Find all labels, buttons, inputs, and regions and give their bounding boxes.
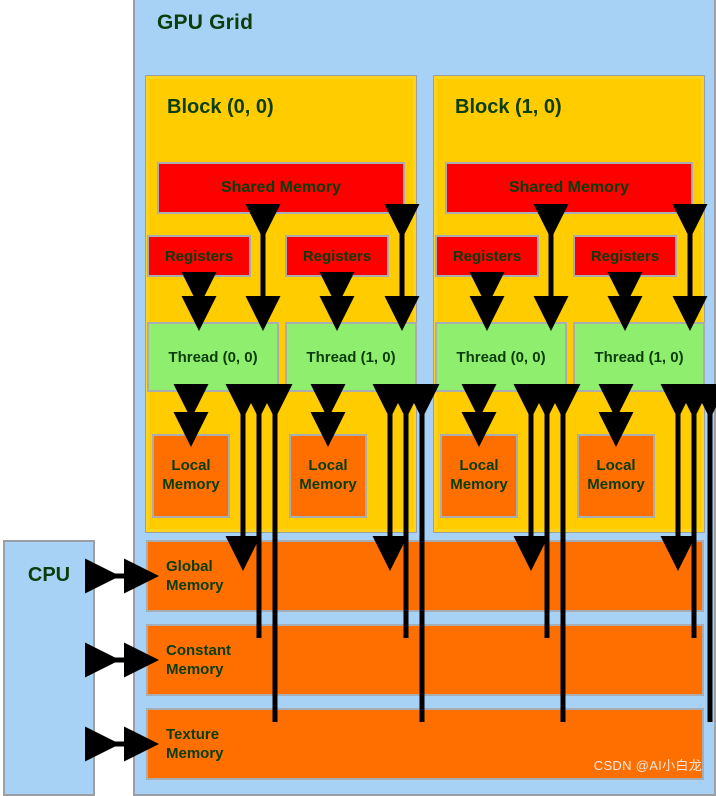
block-1-0-thread-1-local-memory: Local Memory bbox=[577, 434, 655, 518]
constant-memory: Constant Memory bbox=[146, 624, 704, 696]
global-memory-line-2: Memory bbox=[166, 577, 224, 594]
local-memory-line-2: Memory bbox=[299, 476, 357, 493]
block-1-0-thread-1-registers: Registers bbox=[573, 235, 677, 277]
local-memory-line-1: Local bbox=[308, 457, 348, 475]
block-1-0-label: Block (1, 0) bbox=[455, 96, 562, 118]
block-0-0-thread-0-0: Thread (0, 0) bbox=[147, 322, 279, 392]
texture-memory-line-2: Memory bbox=[166, 745, 224, 762]
block-1-0-thread-0-registers: Registers bbox=[435, 235, 539, 277]
global-memory-line-1: Global bbox=[166, 557, 213, 575]
constant-memory-line-2: Memory bbox=[166, 661, 224, 678]
block-0-0-thread-1-local-memory: Local Memory bbox=[289, 434, 367, 518]
local-memory-line-2: Memory bbox=[587, 476, 645, 493]
local-memory-line-1: Local bbox=[596, 457, 636, 475]
local-memory-line-1: Local bbox=[459, 457, 499, 475]
block-0-0-thread-1-registers: Registers bbox=[285, 235, 389, 277]
local-memory-line-2: Memory bbox=[450, 476, 508, 493]
global-memory: Global Memory bbox=[146, 540, 704, 612]
block-1-0-thread-0-local-memory: Local Memory bbox=[440, 434, 518, 518]
block-0-0-thread-1-0: Thread (1, 0) bbox=[285, 322, 417, 392]
cuda-memory-hierarchy-diagram: GPU Grid Block (0, 0) Shared Memory Regi… bbox=[0, 0, 716, 796]
block-1-0-thread-0-0: Thread (0, 0) bbox=[435, 322, 567, 392]
cpu-label: CPU bbox=[27, 564, 71, 586]
block-1-0-thread-1-0: Thread (1, 0) bbox=[573, 322, 705, 392]
block-0-0-thread-0-local-memory: Local Memory bbox=[152, 434, 230, 518]
block-1-0-shared-memory: Shared Memory bbox=[445, 162, 693, 214]
cpu-box: CPU bbox=[3, 540, 95, 796]
local-memory-line-2: Memory bbox=[162, 476, 220, 493]
block-0-0-thread-0-registers: Registers bbox=[147, 235, 251, 277]
texture-memory-line-1: Texture bbox=[166, 725, 220, 743]
block-0-0-shared-memory: Shared Memory bbox=[157, 162, 405, 214]
block-0-0-label: Block (0, 0) bbox=[167, 96, 274, 118]
local-memory-line-1: Local bbox=[171, 457, 211, 475]
gpu-grid-label: GPU Grid bbox=[157, 11, 254, 34]
watermark-text: CSDN @AI小白龙 bbox=[593, 758, 702, 773]
constant-memory-line-1: Constant bbox=[166, 641, 231, 659]
